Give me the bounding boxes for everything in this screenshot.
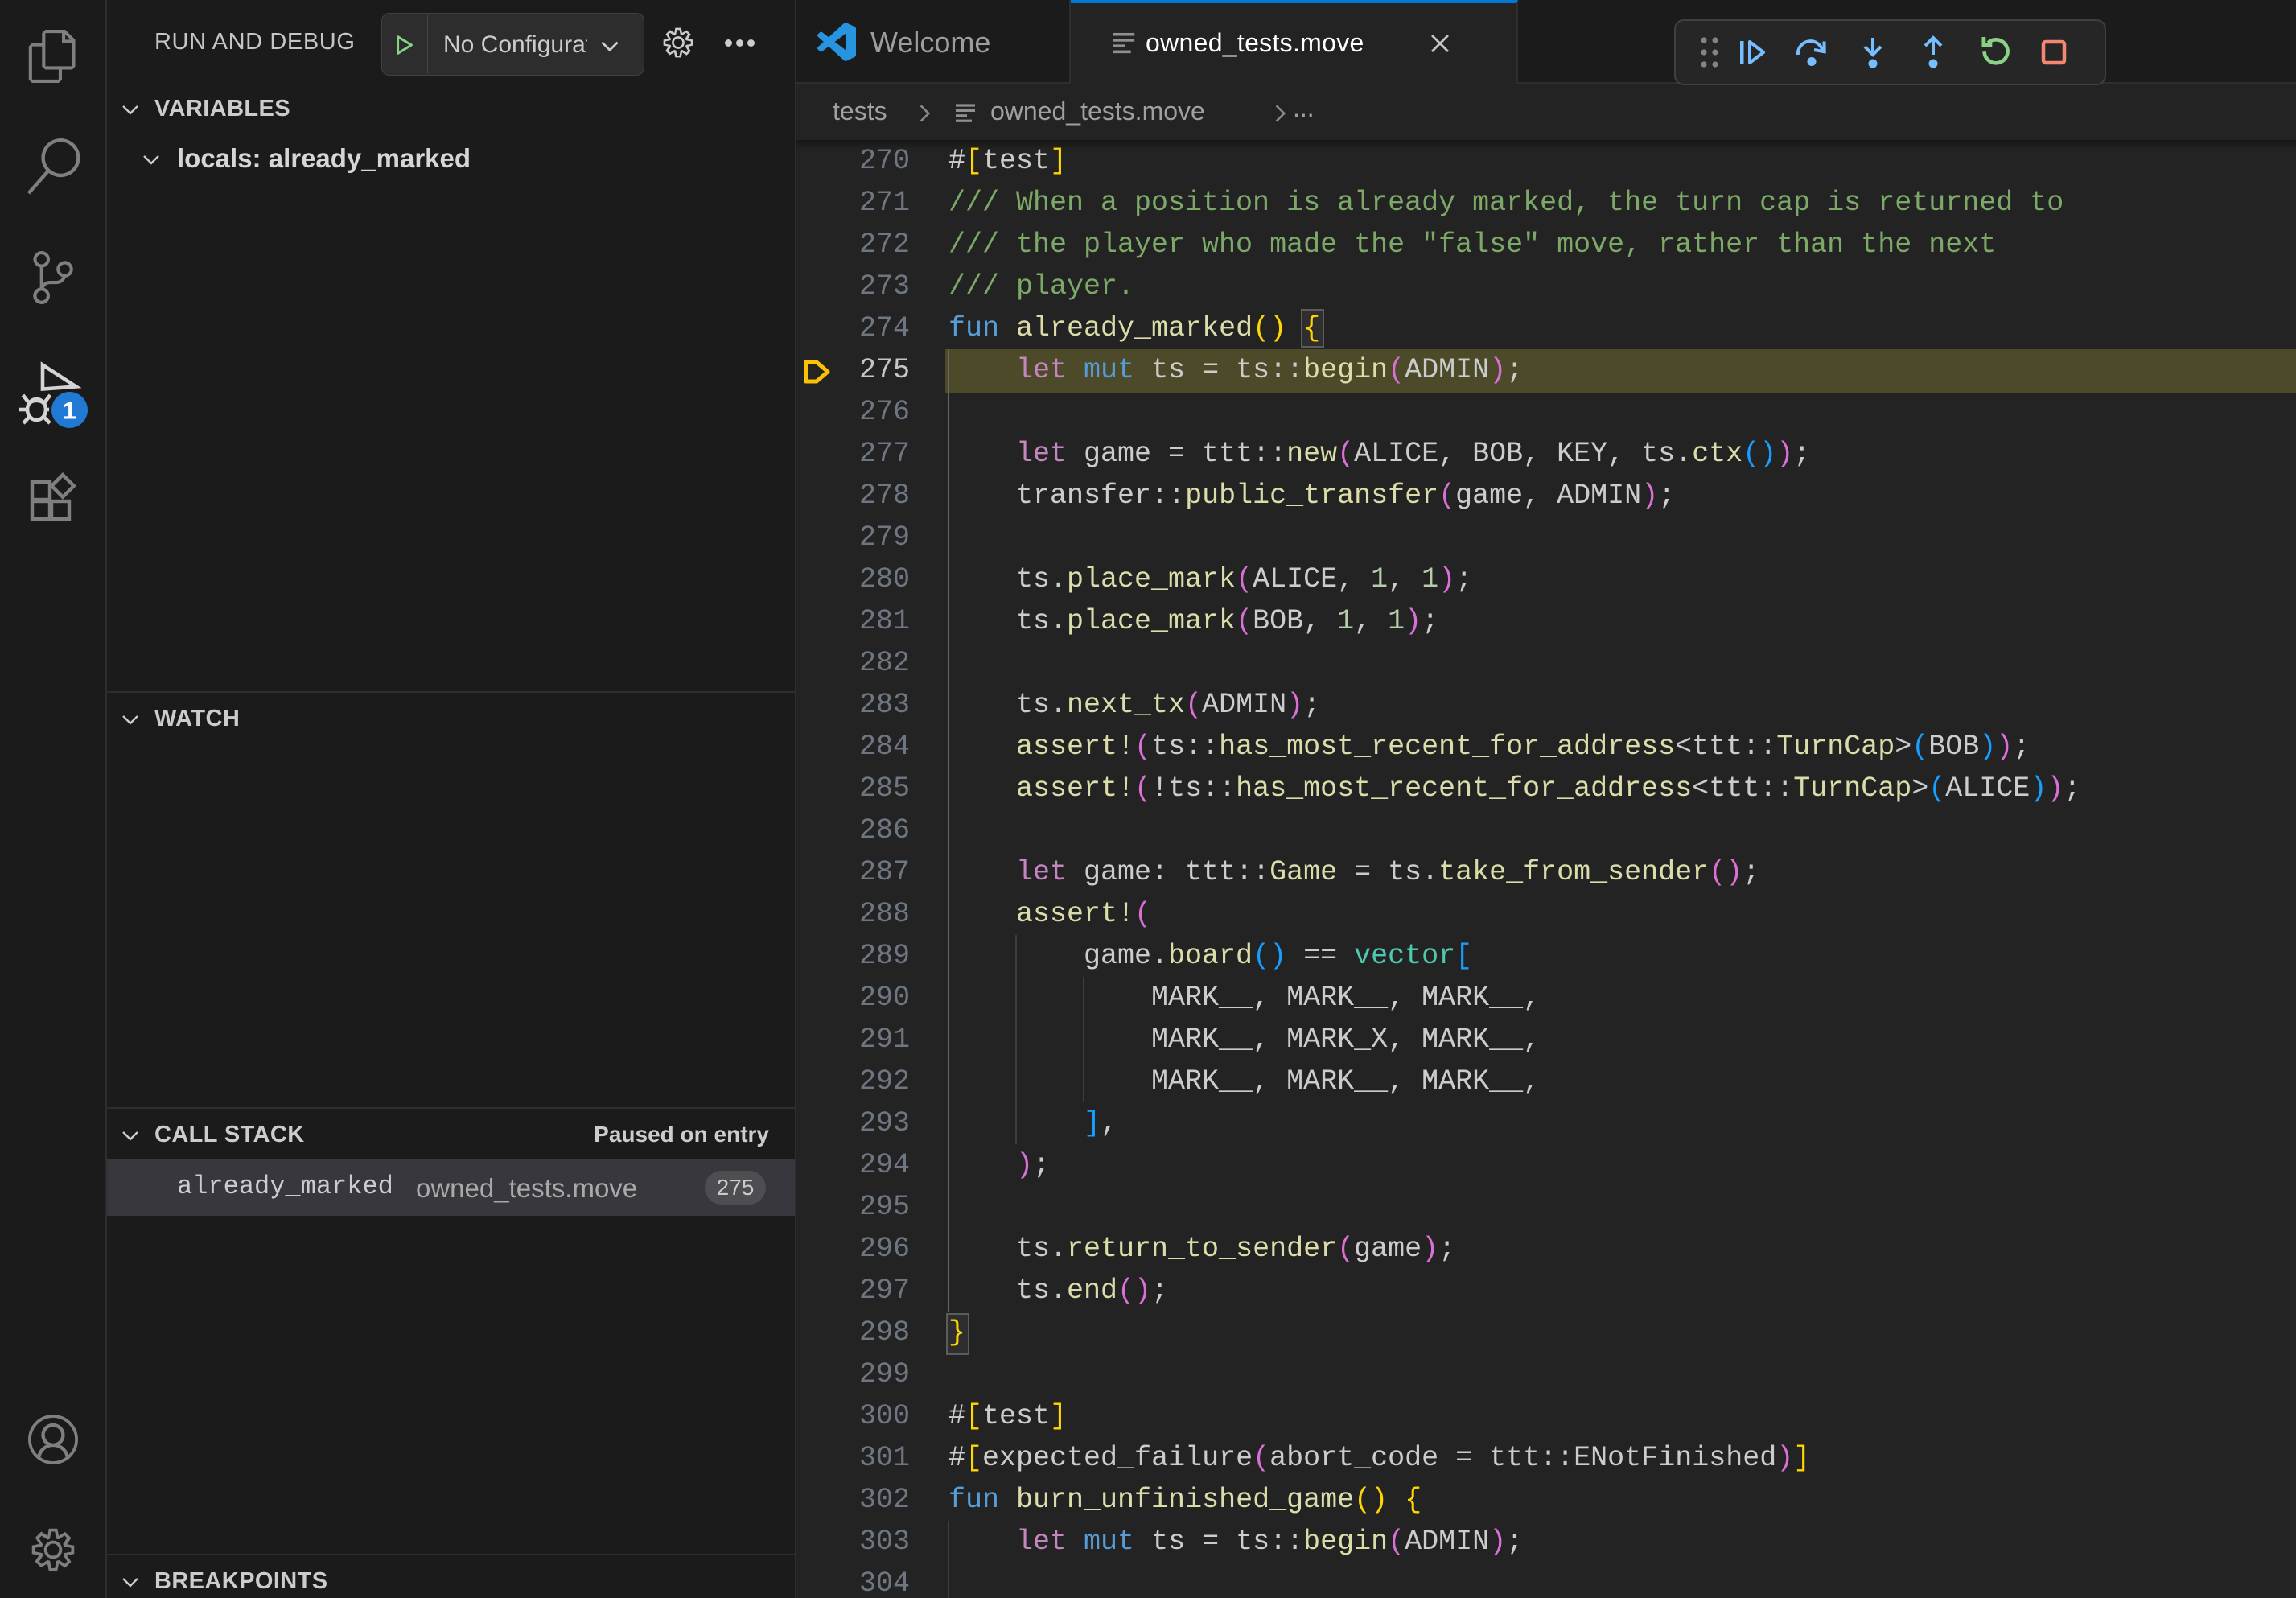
svg-text:1: 1 [63, 397, 76, 425]
